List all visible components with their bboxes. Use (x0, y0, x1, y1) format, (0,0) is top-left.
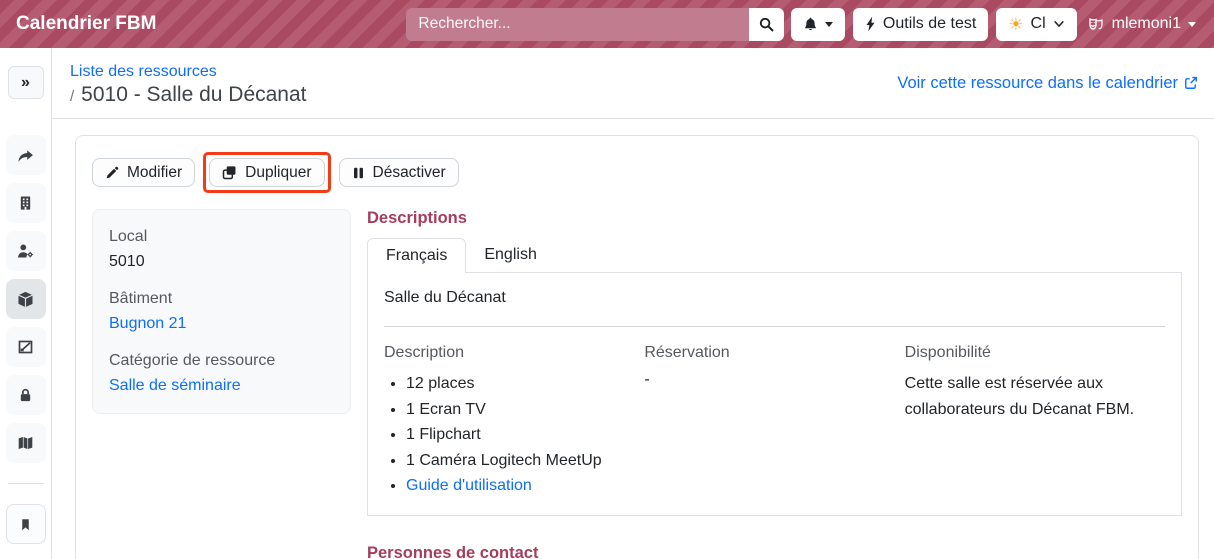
lock-icon (18, 387, 33, 403)
chevron-down-icon (1053, 18, 1065, 30)
user-name: mlemoni1 (1112, 15, 1181, 33)
contacts-heading: Personnes de contact (367, 544, 1182, 559)
cube-icon (17, 291, 34, 308)
sidebar-item-resources[interactable] (6, 279, 46, 319)
sidebar-divider (8, 483, 44, 484)
navbar-actions: Outils de test ☀ Cl mlemoni1 (791, 8, 1198, 41)
modify-button[interactable]: Modifier (92, 158, 195, 187)
deactivate-button[interactable]: Désactiver (339, 158, 459, 187)
sun-icon: ☀ (1008, 16, 1023, 33)
page-header: Liste des ressources / 5010 - Salle du D… (52, 48, 1214, 119)
category-label: Catégorie de ressource (109, 352, 334, 370)
main-content: Modifier Dupliquer Désactiver (52, 119, 1214, 559)
breadcrumb-separator: / (70, 88, 74, 105)
tab-francais[interactable]: Français (367, 238, 466, 273)
search-input[interactable] (406, 8, 749, 41)
building-label: Bâtiment (109, 290, 334, 308)
panel-divider (384, 326, 1165, 327)
lightning-bolt-icon (865, 16, 876, 32)
page-title: 5010 - Salle du Décanat (81, 83, 306, 107)
view-in-calendar-label: Voir cette ressource dans le calendrier (897, 74, 1178, 93)
building-link[interactable]: Bugnon 21 (109, 315, 186, 332)
frame-icon (17, 339, 34, 355)
resource-actions: Modifier Dupliquer Désactiver (92, 152, 1182, 193)
duplicate-label: Dupliquer (245, 164, 311, 182)
usage-guide-link[interactable]: Guide d'utilisation (406, 477, 532, 494)
sidebar-item-lock[interactable] (6, 375, 46, 415)
list-item: Guide d'utilisation (406, 473, 644, 499)
reservation-label: Réservation (644, 344, 904, 362)
duplicate-button[interactable]: Dupliquer (209, 158, 324, 187)
description-list: 12 places 1 Ecran TV 1 Flipchart 1 Camér… (384, 371, 644, 499)
theme-switcher-button[interactable]: ☀ Cl (996, 8, 1076, 41)
deactivate-label: Désactiver (373, 164, 446, 182)
search-group (406, 8, 784, 41)
bookmark-icon (19, 517, 32, 532)
sidebar-item-user-settings[interactable] (6, 231, 46, 271)
test-tools-label: Outils de test (883, 15, 976, 33)
availability-value: Cette salle est réservée aux collaborate… (905, 371, 1155, 422)
resource-info-box: Local 5010 Bâtiment Bugnon 21 Catégorie … (92, 209, 351, 414)
local-label: Local (109, 228, 334, 246)
map-icon (17, 435, 34, 451)
language-tabs: Français English (367, 238, 1182, 273)
availability-column: Disponibilité Cette salle est réservée a… (905, 344, 1165, 499)
description-label: Description (384, 344, 644, 362)
notifications-button[interactable] (791, 8, 845, 41)
share-icon (17, 147, 34, 164)
tab-english[interactable]: English (466, 238, 554, 272)
sidebar-item-bookmark[interactable] (6, 504, 46, 544)
bell-icon (803, 16, 818, 32)
sidebar-expand-button[interactable]: » (8, 66, 44, 99)
copy-icon (222, 165, 237, 180)
category-link[interactable]: Salle de séminaire (109, 377, 241, 394)
resource-name: Salle du Décanat (384, 289, 1165, 307)
list-item: 1 Caméra Logitech MeetUp (406, 448, 644, 474)
pencil-icon (105, 166, 119, 180)
building-icon (18, 195, 33, 211)
search-icon (759, 17, 774, 32)
top-navbar: Calendrier FBM Outils de test ☀ Cl (0, 0, 1214, 48)
user-gear-icon (17, 243, 35, 259)
descriptions-heading: Descriptions (367, 209, 1182, 228)
search-button[interactable] (749, 8, 784, 41)
sidebar-item-map[interactable] (6, 423, 46, 463)
caret-down-icon (825, 22, 833, 27)
list-item: 1 Flipchart (406, 422, 644, 448)
list-item: 1 Ecran TV (406, 397, 644, 423)
pause-icon (352, 166, 365, 180)
theater-mask-icon (1087, 16, 1105, 33)
descriptions-section: Descriptions Français English Salle du D… (367, 209, 1182, 559)
availability-label: Disponibilité (905, 344, 1165, 362)
breadcrumb-parent-link[interactable]: Liste des ressources (70, 61, 307, 83)
sidebar-item-share[interactable] (6, 135, 46, 175)
description-column: Description 12 places 1 Ecran TV 1 Flipc… (384, 344, 644, 499)
breadcrumb: Liste des ressources / 5010 - Salle du D… (70, 59, 307, 108)
external-link-icon (1184, 76, 1198, 90)
theme-label: Cl (1031, 15, 1046, 33)
reservation-value: - (644, 371, 904, 389)
sidebar-item-buildings[interactable] (6, 183, 46, 223)
reservation-column: Réservation - (644, 344, 904, 499)
list-item: 12 places (406, 371, 644, 397)
app-title: Calendrier FBM (16, 13, 156, 35)
caret-down-icon (1188, 22, 1196, 27)
modify-label: Modifier (127, 164, 182, 182)
sidebar-nav (6, 135, 46, 544)
annotation-highlight: Dupliquer (203, 152, 330, 193)
local-value: 5010 (109, 253, 334, 271)
description-panel: Salle du Décanat Description 12 places 1… (367, 273, 1182, 516)
test-tools-button[interactable]: Outils de test (853, 8, 988, 41)
sidebar: » (0, 48, 52, 559)
sidebar-item-frame[interactable] (6, 327, 46, 367)
resource-card: Modifier Dupliquer Désactiver (75, 135, 1199, 559)
user-menu-button[interactable]: mlemoni1 (1085, 15, 1198, 33)
view-in-calendar-link[interactable]: Voir cette ressource dans le calendrier (897, 74, 1198, 93)
